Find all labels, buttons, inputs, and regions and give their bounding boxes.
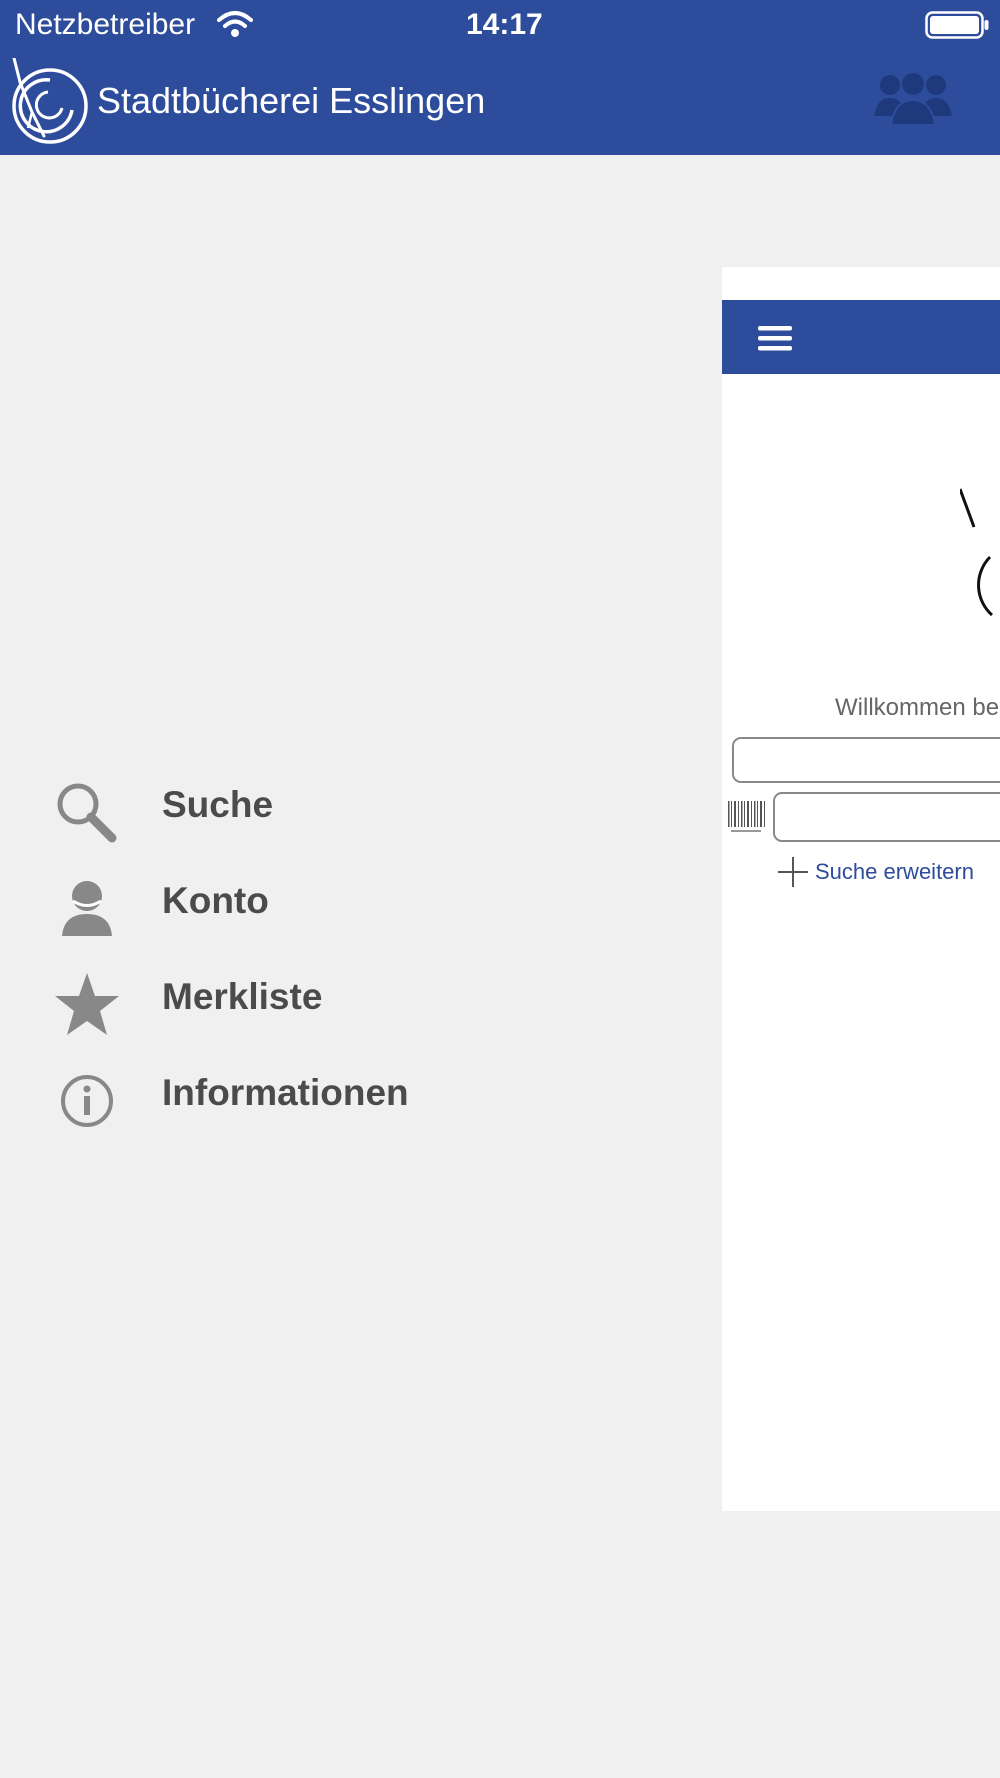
menu-item-informationen[interactable]: Informationen (0, 1048, 560, 1144)
menu-label: Informationen (162, 1072, 409, 1113)
barcode-icon[interactable] (728, 801, 768, 840)
search-input[interactable]: F (732, 737, 1000, 783)
expand-search-link[interactable]: Suche erweitern (815, 859, 974, 885)
library-logo-partial-icon (958, 487, 1000, 622)
menu-label: Merkliste (162, 976, 323, 1017)
app-header: Netzbetreiber 14:17 Stadtbücherei Esslin… (0, 0, 1000, 155)
hamburger-icon[interactable] (758, 324, 792, 357)
info-icon (52, 1066, 122, 1136)
search-icon (52, 778, 122, 848)
menu-item-merkliste[interactable]: Merkliste (0, 952, 560, 1048)
status-carrier: Netzbetreiber (15, 8, 196, 41)
plus-icon[interactable] (778, 857, 808, 892)
menu-item-konto[interactable]: Konto (0, 856, 560, 952)
barcode-input[interactable] (773, 792, 1000, 842)
battery-full-icon (925, 11, 990, 44)
app-title: Stadtbücherei Esslingen (97, 80, 486, 121)
star-icon (52, 970, 122, 1040)
menu-item-suche[interactable]: Suche (0, 760, 560, 856)
status-time: 14:17 (466, 8, 543, 41)
users-icon[interactable] (874, 70, 952, 131)
menu-label: Suche (162, 784, 274, 825)
welcome-text: Willkommen bei (835, 694, 1000, 721)
wifi-icon (217, 10, 253, 43)
library-logo-icon (10, 56, 90, 151)
main-content-preview[interactable]: Willkommen bei F Suche erweitern (722, 267, 1000, 1511)
preview-navbar (722, 300, 1000, 374)
menu-label: Konto (162, 880, 269, 921)
user-icon (52, 874, 122, 944)
